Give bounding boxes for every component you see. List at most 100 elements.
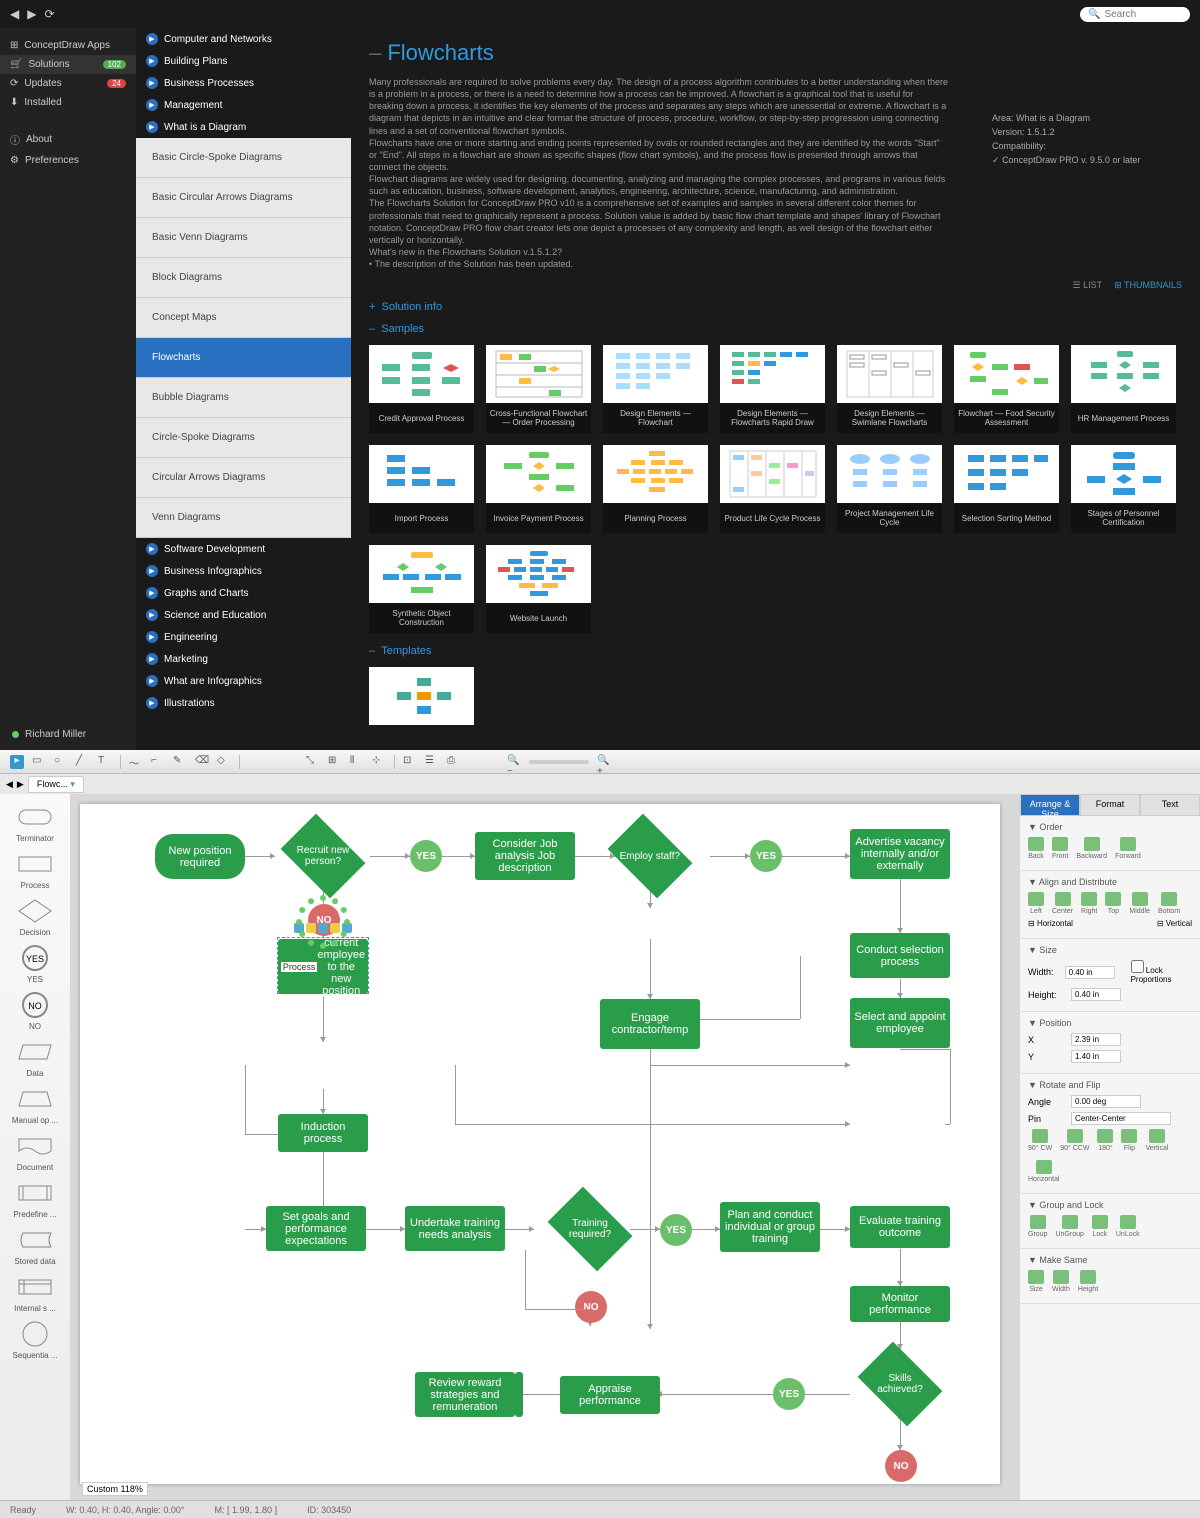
tab-nav-right-icon[interactable]: ▶ [17,779,24,790]
print-icon[interactable]: ⎙ [447,755,461,769]
thumb-view-button[interactable]: ⊞ THUMBNAILS [1114,280,1182,291]
group-ungroup-button[interactable]: UnGroup [1055,1215,1083,1238]
sidebar-updates[interactable]: ⟳Updates24 [0,74,136,93]
sub-item[interactable]: Flowcharts [136,338,351,378]
fc-node[interactable]: Evaluate training outcome [850,1206,950,1248]
tree-item[interactable]: ▶Business Processes [136,72,351,94]
tree-item[interactable]: ▶What is a Diagram [136,116,351,138]
pin-select[interactable] [1071,1112,1171,1125]
fc-node[interactable]: Advertise vacancy internally and/or exte… [850,829,950,879]
file-tab[interactable]: Flowc... ▾ [28,776,84,793]
tab-arrange[interactable]: Arrange & Size [1020,794,1080,816]
fc-node[interactable]: Monitor performance [850,1286,950,1322]
sample-item[interactable]: Credit Approval Process [369,345,474,433]
sample-item[interactable]: Website Launch [486,545,591,633]
layers-icon[interactable]: ☰ [425,755,439,769]
sample-item[interactable]: Synthetic Object Construction [369,545,474,633]
shape-process[interactable]: Process [15,849,55,890]
fc-node[interactable]: Plan and conduct individual or group tra… [720,1202,820,1252]
shape-internals[interactable]: Internal s ... [14,1272,56,1313]
fc-decision[interactable]: Training required? [548,1187,633,1272]
solution-info-toggle[interactable]: + Solution info [369,301,1182,313]
sample-item[interactable]: Cross-Functional Flowchart — Order Proce… [486,345,591,433]
fc-no[interactable]: NO [885,1450,917,1482]
fc-node[interactable]: Review reward strategies and remuneratio… [415,1372,515,1417]
shape-decision[interactable]: Decision [15,896,55,937]
fc-decision[interactable]: Employ staff? [608,814,693,899]
sidebar-installed[interactable]: ⬇Installed [0,93,136,112]
line-tool-icon[interactable]: ╱ [76,755,90,769]
angle-input[interactable] [1071,1095,1141,1108]
tree-item[interactable]: ▶Illustrations [136,692,351,714]
width-input[interactable] [1065,966,1115,979]
sub-item[interactable]: Basic Circle-Spoke Diagrams [136,138,351,178]
lock-checkbox[interactable] [1131,960,1144,973]
tree-item[interactable]: ▶Science and Education [136,604,351,626]
align-icon[interactable]: ⊞ [328,755,342,769]
curve-icon[interactable]: 〜 [129,755,143,769]
align-middle-button[interactable]: Middle [1129,892,1150,915]
sidebar-solutions[interactable]: 🛒Solutions102 [0,55,136,74]
align-center-button[interactable]: Center [1052,892,1073,915]
fc-node[interactable]: Conduct selection process [850,933,950,978]
sidebar-preferences[interactable]: ⚙Preferences [0,151,136,170]
tree-item[interactable]: ▶What are Infographics [136,670,351,692]
fc-yes[interactable]: YES [660,1214,692,1246]
tree-item[interactable]: ▶Graphs and Charts [136,582,351,604]
fc-node[interactable]: Induction process [278,1114,368,1152]
shape-sequentia[interactable]: Sequentia ... [13,1319,58,1360]
fc-node[interactable]: Select and appoint employee [850,998,950,1048]
zoom-out-icon[interactable]: 🔍− [507,755,521,769]
sidebar-apps[interactable]: ⊞ConceptDraw Apps [0,36,136,55]
shape-manualop[interactable]: Manual op ... [12,1084,58,1125]
sample-item[interactable]: Selection Sorting Method [954,445,1059,533]
tab-format[interactable]: Format [1080,794,1140,816]
rotate--button[interactable]: 180° [1097,1129,1113,1152]
height-input[interactable] [1071,988,1121,1001]
tab-menu-icon[interactable]: ▾ [70,779,75,789]
canvas[interactable]: NOYESNONONew position requiredRecruit ne… [70,794,1020,1500]
x-input[interactable] [1071,1033,1121,1046]
fc-decision[interactable]: Skills achieved? [858,1342,943,1427]
fc-yes[interactable]: YES [773,1378,805,1410]
fc-no[interactable]: NO [575,1291,607,1323]
fc-node[interactable]: Engage contractor/temp [600,999,700,1049]
same-width-button[interactable]: Width [1052,1270,1070,1293]
shape-storeddata[interactable]: Stored data [14,1225,55,1266]
shape-data[interactable]: Data [15,1037,55,1078]
tab-text[interactable]: Text [1140,794,1200,816]
fc-node[interactable] [515,1372,523,1417]
tree-item[interactable]: ▶Management [136,94,351,116]
templates-toggle[interactable]: – Templates [369,645,1182,657]
back-icon[interactable]: ◀ [10,7,19,21]
list-view-button[interactable]: ☰ LIST [1073,280,1103,291]
tab-nav-left-icon[interactable]: ◀ [6,779,13,790]
fc-yes[interactable]: YES [750,840,782,872]
snap-icon[interactable]: ⊹ [372,755,386,769]
group-unlock-button[interactable]: UnLock [1116,1215,1140,1238]
align-right-button[interactable]: Right [1081,892,1097,915]
fc-decision[interactable]: Recruit new person? [281,814,366,899]
refresh-icon[interactable]: ⟳ [44,7,54,21]
rotate-vertical-button[interactable]: Vertical [1145,1129,1168,1152]
eraser-icon[interactable]: ⌫ [195,755,209,769]
rotate-ccw-button[interactable]: 90° CCW [1060,1129,1089,1152]
sub-item[interactable]: Circular Arrows Diagrams [136,458,351,498]
tree-item[interactable]: ▶Computer and Networks [136,28,351,50]
rotate-cw-button[interactable]: 90° CW [1028,1129,1052,1152]
shape-yes[interactable]: YESYES [15,943,55,984]
fc-yes[interactable]: YES [410,840,442,872]
align-top-button[interactable]: Top [1105,892,1121,915]
sample-item[interactable]: Planning Process [603,445,708,533]
sub-item[interactable]: Circle-Spoke Diagrams [136,418,351,458]
zoom-in-icon[interactable]: 🔍+ [597,755,611,769]
sample-item[interactable]: Flowchart — Food Security Assessment [954,345,1059,433]
sample-item[interactable]: Design Elements — Swimlane Flowcharts [837,345,942,433]
order-back-button[interactable]: Back [1028,837,1044,860]
sub-item[interactable]: Basic Venn Diagrams [136,218,351,258]
shape-document[interactable]: Document [15,1131,55,1172]
fc-node[interactable]: New position required [155,834,245,879]
text-tool-icon[interactable]: T [98,755,112,769]
sample-item[interactable]: Import Process [369,445,474,533]
zoom-slider[interactable] [529,760,589,764]
